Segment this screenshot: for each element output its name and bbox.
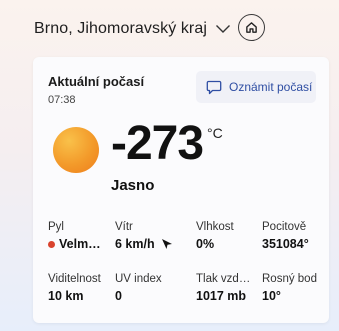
current-weather-card: Aktuální počasí 07:38 Oznámit počasí -27… (33, 57, 329, 323)
detail-value-row: 351084° (262, 237, 332, 251)
detail-value: 10° (262, 289, 281, 303)
detail-value-row: 6 km/h (115, 237, 185, 251)
detail-value: 0 (115, 289, 122, 303)
card-title: Aktuální počasí (48, 74, 145, 89)
detail-value-row: 1017 mb (196, 289, 266, 303)
detail-value-row: Velm… (48, 237, 118, 251)
temperature-value: -273 (111, 117, 204, 170)
detail-value: 0% (196, 237, 215, 251)
detail-humidity[interactable]: Vlhkost 0% (196, 221, 266, 251)
detail-visibility[interactable]: Viditelnost 10 km (48, 273, 118, 303)
detail-value: 1017 mb (196, 289, 247, 303)
detail-value: 351084° (262, 237, 309, 251)
detail-label: Rosný bod (262, 273, 317, 285)
detail-value-row: 10 km (48, 289, 118, 303)
detail-label: Pyl (48, 221, 64, 233)
home-icon (245, 21, 258, 34)
detail-uv-index[interactable]: UV index 0 (115, 273, 185, 303)
observation-time: 07:38 (48, 94, 76, 106)
report-weather-button[interactable]: Oznámit počasí (196, 71, 316, 103)
detail-value-row: 10° (262, 289, 332, 303)
detail-label: Pocitově (262, 221, 307, 233)
detail-value: 10 km (48, 289, 84, 303)
detail-label: Vlhkost (196, 221, 234, 233)
location-header[interactable]: Brno, Jihomoravský kraj (34, 14, 231, 44)
detail-value-row: 0% (196, 237, 266, 251)
detail-dew-point[interactable]: Rosný bod 10° (262, 273, 332, 303)
detail-label: Vítr (115, 221, 133, 233)
report-weather-label: Oznámit počasí (229, 80, 313, 94)
detail-pressure[interactable]: Tlak vzd… 1017 mb (196, 273, 266, 303)
detail-value: 6 km/h (115, 237, 155, 251)
pollen-indicator-dot (48, 240, 55, 248)
temperature-unit: °C (207, 125, 223, 141)
detail-pollen[interactable]: Pyl Velm… (48, 221, 118, 251)
home-button[interactable] (238, 14, 265, 41)
weather-condition: Jasno (111, 177, 155, 194)
detail-wind[interactable]: Vítr 6 km/h (115, 221, 185, 251)
chat-bubble-icon (206, 80, 222, 95)
detail-label: Viditelnost (48, 273, 101, 285)
chevron-down-icon[interactable] (215, 24, 231, 34)
detail-value-row: 0 (115, 289, 185, 303)
detail-feels-like[interactable]: Pocitově 351084° (262, 221, 332, 251)
detail-label: UV index (115, 273, 162, 285)
sun-icon (53, 127, 99, 173)
detail-label: Tlak vzd… (196, 273, 251, 285)
detail-value: Velm… (59, 237, 101, 251)
location-name[interactable]: Brno, Jihomoravský kraj (34, 20, 207, 38)
wind-direction-arrow-icon (161, 238, 173, 250)
